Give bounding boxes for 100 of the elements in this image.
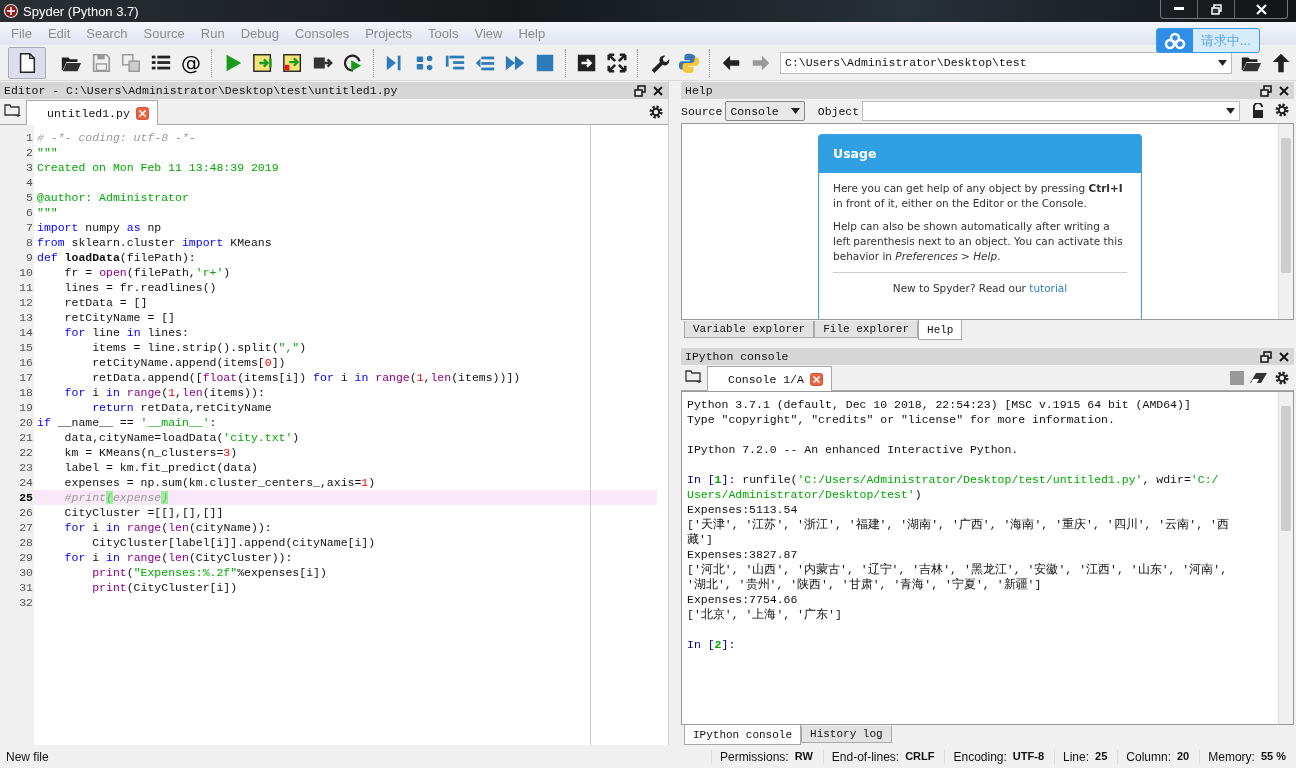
line-number: 24: [18, 475, 34, 490]
caret-icon: [1226, 108, 1235, 114]
console-line: ['北京', '上海', '广东']: [687, 607, 843, 622]
line-number: 17: [18, 370, 34, 385]
code-line: print("Expenses:%.2f"%expenses[i]): [91, 565, 328, 580]
code-line: # -*- coding: utf-8 -*-: [36, 130, 197, 145]
line-number: 31: [18, 580, 34, 595]
logo-icon[interactable]: [678, 51, 700, 74]
source-label: Source: [681, 104, 723, 118]
code-line: retData.append([float(items[i]) for i in range(1,len(items))]): [91, 370, 522, 385]
close-icon[interactable]: [1278, 84, 1290, 97]
status-value: CRLF: [905, 749, 935, 764]
scrollbar[interactable]: [1278, 392, 1293, 724]
code-line: for line in lines:: [63, 325, 190, 340]
fullscreen-icon[interactable]: [606, 51, 628, 74]
run-cell-advance-icon[interactable]: [282, 51, 304, 74]
line-number: 14: [18, 325, 34, 340]
pane-tab[interactable]: IPython console: [684, 725, 802, 745]
undock-icon[interactable]: [1260, 350, 1272, 363]
up-arrow-icon[interactable]: [1270, 51, 1292, 74]
line-number: 8: [25, 235, 34, 250]
code-line: for i in range(len(cityName)):: [63, 520, 273, 535]
menu-item[interactable]: Debug: [232, 26, 287, 41]
run-cell-icon[interactable]: [252, 51, 274, 74]
help-footer: New to Spyder? Read our: [892, 282, 1026, 294]
restore-icon: [1210, 3, 1222, 15]
console-line: Type "copyright", "credits" or "license" for more information.: [687, 412, 1116, 427]
line-number: 19: [18, 400, 34, 415]
console-line: Python 3.7.1 (default, Dec 10 2018, 22:54:23) [MSC v.1915 64 bit (AMD64)]: [687, 397, 1192, 412]
pane-title: Help: [685, 84, 714, 97]
object-label: Object: [817, 104, 860, 118]
line-number: 28: [18, 535, 34, 550]
eraser-icon[interactable]: [1250, 371, 1268, 384]
cloud-icon: [1164, 31, 1186, 50]
settings-icon[interactable]: [1274, 101, 1290, 118]
file-tab[interactable]: untitled1.py: [26, 100, 158, 125]
console-tab[interactable]: Console 1/A: [707, 366, 832, 391]
status-value: 25: [1095, 749, 1108, 764]
help-paragraph: Here you can get help of any object by pressing Ctrl+I in front of it, either on the Editor or the Console.: [833, 181, 1124, 211]
browse-tabs-icon[interactable]: [4, 102, 22, 118]
code-line: lines = fr.readlines(): [63, 280, 218, 295]
close-tab-icon[interactable]: [135, 106, 149, 120]
menu-item[interactable]: Help: [510, 26, 554, 41]
email-button[interactable]: @: [176, 50, 206, 75]
caret-icon: [1218, 59, 1227, 66]
code-line: fr = open(filePath,'r+'): [63, 265, 232, 280]
code-line: CityCluster[label[i]].append(cityName[i]): [91, 535, 377, 550]
minimize-icon: [1174, 7, 1184, 11]
code-line: """: [36, 145, 59, 160]
line-number: 2: [25, 145, 34, 160]
undock-icon[interactable]: [634, 84, 646, 97]
code-line: label = km.fit_predict(data): [63, 460, 259, 475]
code-line: @author: Administrator: [36, 190, 190, 205]
menu-item[interactable]: Tools: [420, 26, 467, 41]
line-number: 25: [18, 490, 34, 505]
code-line: data,cityName=loadData('city.txt'): [63, 430, 301, 445]
close-icon[interactable]: [1278, 350, 1290, 363]
code-line: retData = []: [63, 295, 149, 310]
menu-item[interactable]: Edit: [39, 26, 79, 41]
cloud-popup[interactable]: 请求中...: [1156, 28, 1260, 53]
status-label: Encoding:: [953, 749, 1007, 764]
console-line: Expenses:5113.54: [687, 502, 799, 517]
line-number: 4: [25, 175, 34, 190]
menu-item[interactable]: Run: [192, 26, 233, 41]
pane-tab[interactable]: File explorer: [814, 321, 919, 338]
pane-tab[interactable]: Variable explorer: [684, 321, 815, 338]
menu-item[interactable]: Source: [135, 26, 193, 41]
caret-icon: [790, 108, 800, 114]
lock-icon[interactable]: [1251, 103, 1265, 119]
line-number: 3: [25, 160, 34, 175]
menu-item[interactable]: View: [466, 26, 511, 41]
settings-icon[interactable]: [648, 103, 664, 120]
status-value: 55 %: [1260, 749, 1286, 764]
code-line: def loadData(filePath):: [36, 250, 197, 265]
line-number: 11: [18, 280, 34, 295]
browse-tabs-icon[interactable]: [685, 368, 703, 384]
menu-item[interactable]: Search: [78, 26, 136, 41]
menu-item[interactable]: File: [3, 26, 40, 41]
pane-tab[interactable]: Help: [918, 320, 963, 340]
scrollbar[interactable]: [1278, 124, 1293, 319]
line-number: 7: [25, 220, 34, 235]
code-line: from sklearn.cluster import KMeans: [36, 235, 273, 250]
close-tab-icon[interactable]: [809, 372, 823, 386]
console-line: Users/Administrator/Desktop/test'): [687, 487, 923, 502]
object-field[interactable]: [862, 101, 1240, 121]
menu-item[interactable]: Consoles: [286, 26, 358, 41]
tutorial-link[interactable]: tutorial: [1029, 282, 1068, 294]
line-number: 22: [18, 445, 34, 460]
menu-item[interactable]: Projects: [357, 26, 421, 41]
window-title: Spyder (Python 3.7): [23, 3, 139, 19]
code-line: km = KMeans(n_clusters=3): [63, 445, 239, 460]
settings-icon[interactable]: [1274, 369, 1290, 386]
status-value: 20: [1177, 749, 1190, 764]
source-dropdown[interactable]: Console: [725, 101, 805, 121]
pane-tab[interactable]: History log: [801, 726, 892, 743]
code-line: Created on Mon Feb 11 13:48:39 2019: [36, 160, 280, 175]
close-icon[interactable]: [652, 84, 664, 97]
code-line: items = line.strip().split(","): [91, 340, 308, 355]
undock-icon[interactable]: [1260, 84, 1272, 97]
directory-field[interactable]: C:\Users\Administrator\Desktop\test: [780, 51, 1232, 74]
